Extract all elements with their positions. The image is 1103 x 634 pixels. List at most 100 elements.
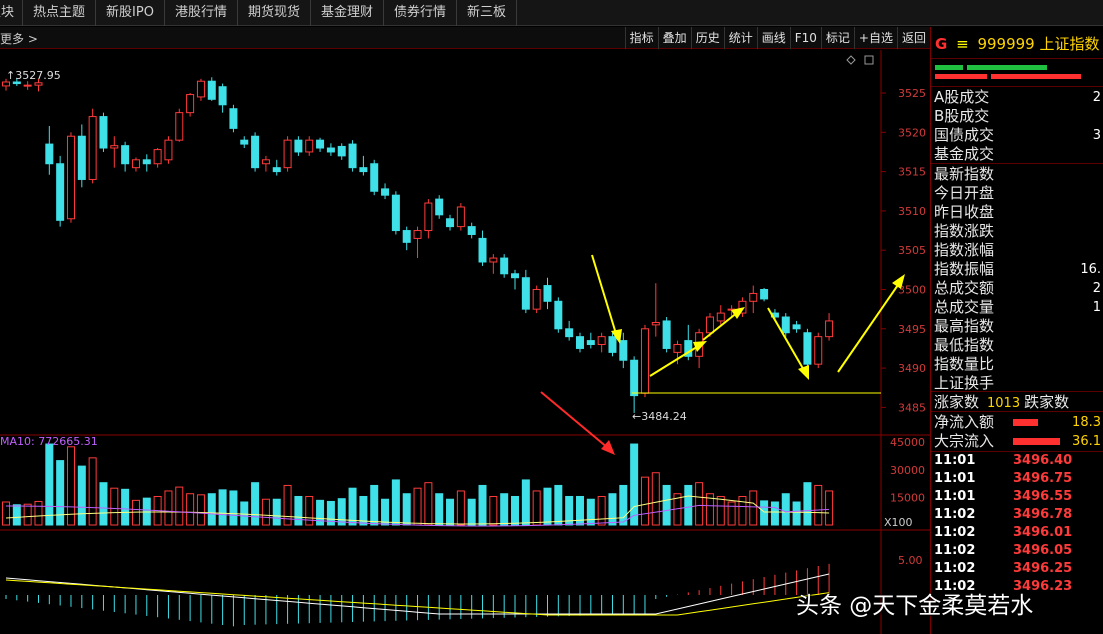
stat-row: 最新指数 [931, 165, 1103, 184]
tool-button[interactable]: F10 [789, 27, 821, 49]
nav-tab[interactable]: 港股行情 [165, 0, 238, 26]
volume-bar [77, 465, 86, 526]
tick-row: 11:01 3496.40 [931, 452, 1103, 470]
down-count-label: 跌家数 [1024, 393, 1070, 411]
tick-time: 11:01 [934, 471, 976, 486]
volume-bar [381, 498, 390, 526]
more-link[interactable]: 更多 > [0, 30, 38, 47]
tool-button[interactable]: 画线 [756, 27, 790, 49]
stat-row: 总成交额 2 [931, 279, 1103, 298]
candle-body [207, 80, 216, 100]
candle [554, 297, 563, 333]
tool-button[interactable]: 指标 [624, 27, 658, 49]
tick-time: 11:01 [934, 489, 976, 504]
candle [640, 324, 649, 398]
candle-body [218, 86, 227, 106]
candle-body [619, 340, 628, 361]
turnover-group: A股成交 2 B股成交 国债成交 3 基金成交 [931, 87, 1103, 164]
tool-button[interactable]: 历史 [690, 27, 724, 49]
candle-body [803, 332, 812, 365]
candle-body [630, 359, 639, 397]
group-flag: G [935, 35, 948, 53]
volume-bar [121, 488, 130, 526]
tick-time: 11:02 [934, 561, 976, 576]
tick-price: 3496.55 [1013, 489, 1073, 504]
nav-tab[interactable]: 新三板 [457, 0, 518, 26]
candle-body [121, 145, 130, 165]
volume-bar [695, 482, 704, 526]
volume-tick-label: 45000 [890, 436, 925, 449]
nav-tab[interactable]: 债券行情 [384, 0, 457, 26]
nav-tab[interactable]: 期货现货 [238, 0, 311, 26]
stat-row: 总成交量 1 [931, 298, 1103, 317]
flow-label: 净流入额 [934, 413, 995, 431]
candle-body [77, 135, 86, 180]
stat-label: A股成交 [934, 88, 990, 106]
candle-body [56, 163, 65, 221]
candle-body [294, 139, 303, 153]
candle-body [500, 257, 509, 275]
nav-tab[interactable]: 热点主题 [23, 0, 97, 26]
candle-body [543, 285, 552, 302]
volume-bar [803, 482, 812, 526]
tick-row: 11:01 3496.55 [931, 488, 1103, 506]
candle-body [66, 135, 75, 220]
candle-body [272, 167, 281, 173]
price-tick-label: 3510 [898, 205, 926, 218]
tool-button[interactable]: 统计 [723, 27, 757, 49]
volume-bar [391, 479, 400, 526]
tool-button[interactable]: +自选 [853, 27, 897, 49]
candle-body [23, 84, 32, 87]
candle-body [521, 277, 530, 310]
tick-price: 3496.40 [1013, 453, 1073, 468]
candle-body [186, 94, 195, 114]
candle-body [781, 316, 790, 334]
volume-bar [207, 493, 216, 526]
nav-tab[interactable]: 板块 [0, 0, 24, 26]
candle [88, 108, 97, 184]
tick-list[interactable]: 11:01 3496.40 11:01 3496.75 11:01 3496.55 11:0… [931, 452, 1103, 596]
volume-bar [240, 501, 249, 526]
volume-bar [608, 493, 617, 526]
candle-body [251, 135, 260, 169]
stat-row: 最低指数 [931, 336, 1103, 355]
tool-button[interactable]: 返回 [896, 27, 930, 49]
candle-body [446, 218, 455, 228]
candle-body [261, 159, 270, 165]
min-price-label: ←3484.24 [632, 410, 687, 423]
candle [186, 93, 195, 117]
volume-bar [597, 495, 606, 526]
stat-value: 16. [1080, 262, 1101, 277]
nav-tab[interactable]: 基金理财 [311, 0, 384, 26]
kline-chart[interactable]: 3525 3520 3515 3510 3505 3500 3495 3490 3485 450… [0, 50, 930, 634]
candle [175, 108, 184, 142]
tool-button[interactable]: 标记 [820, 27, 854, 49]
candle-body [402, 230, 411, 243]
top-nav: 板块热点主题新股IPO港股行情期货现货基金理财债券行情新三板 [0, 0, 1103, 26]
volume-bar [727, 501, 736, 526]
candle [56, 155, 65, 227]
tool-button[interactable]: 叠加 [657, 27, 691, 49]
candle [760, 287, 769, 302]
volume-bar [34, 500, 43, 526]
index-code: 999999 [977, 35, 1035, 53]
menu-icon[interactable]: ≡ [956, 35, 969, 53]
volume-bar [532, 490, 541, 526]
candle-body [240, 139, 249, 145]
tick-time: 11:01 [934, 453, 976, 468]
candle [99, 112, 108, 152]
candle-body [760, 289, 769, 300]
candle [348, 140, 357, 172]
candle-body [45, 143, 54, 165]
macd-tick-label: 5.00 [898, 554, 923, 567]
watermark: 头条 @天下金柔莫若水 [796, 593, 1034, 619]
candle-body [749, 292, 758, 302]
volume-bar [825, 490, 834, 526]
volume-bar [738, 495, 747, 526]
up-down-ratio-bars [931, 59, 1103, 87]
volume-tick-label: 30000 [890, 464, 925, 477]
candle-body [326, 147, 335, 153]
volume-bar [814, 484, 823, 526]
nav-tab[interactable]: 新股IPO [96, 0, 165, 26]
tool-buttons: 指标 叠加 历史 统计 画线 F10 标记 +自选 返回 [624, 27, 930, 49]
